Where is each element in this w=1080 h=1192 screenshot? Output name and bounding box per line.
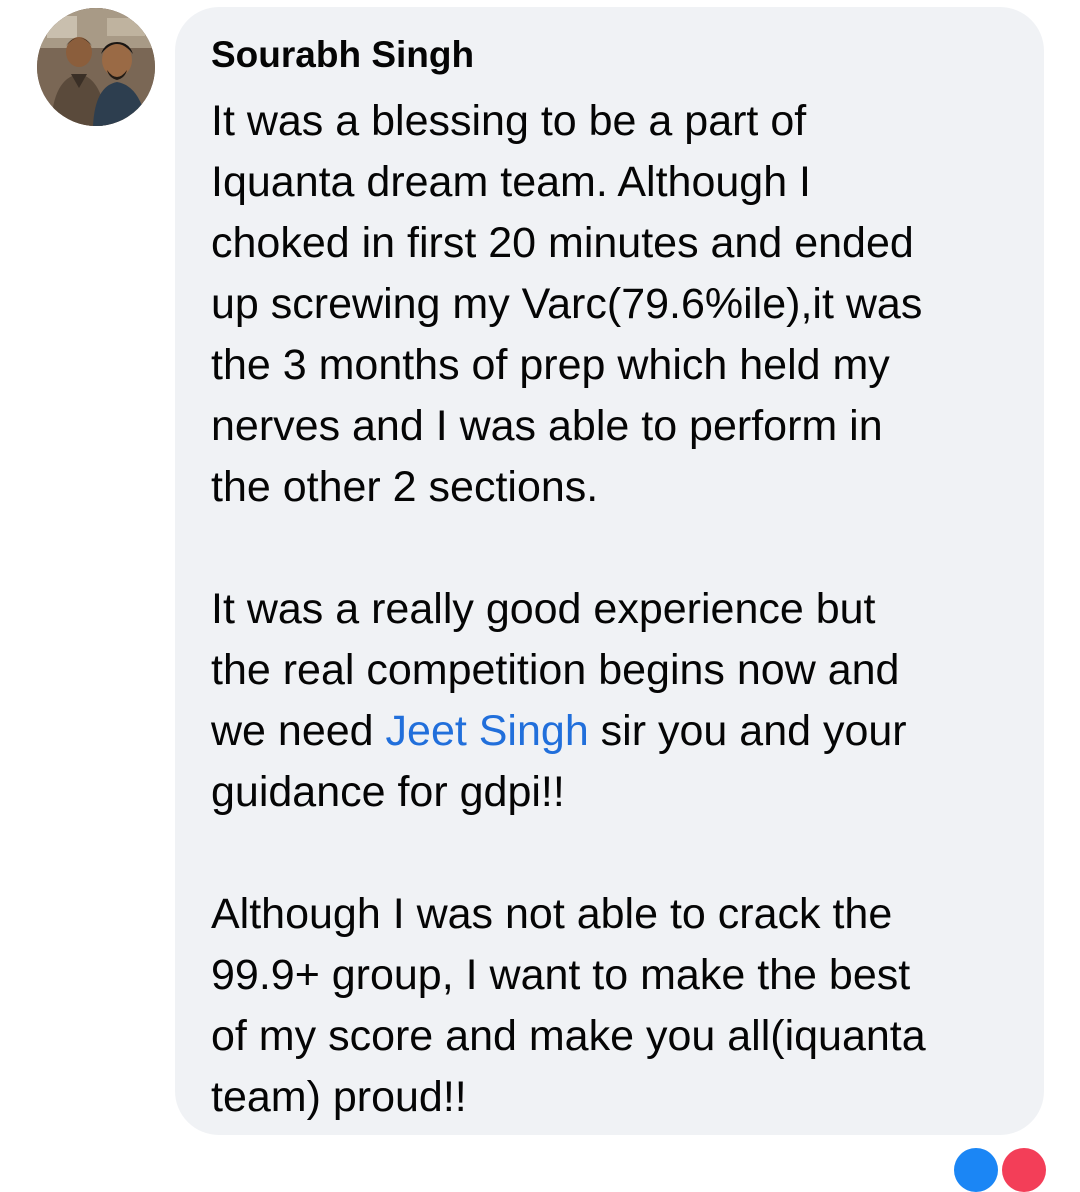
comment-paragraph: It was a really good experience but the … — [211, 579, 1024, 823]
comment-text: Although I was not able to crack the 99.… — [211, 890, 926, 1121]
avatar[interactable] — [37, 8, 155, 126]
love-icon — [1002, 1148, 1046, 1192]
comment: Sourabh Singh It was a blessing to be a … — [0, 0, 1080, 1192]
comment-paragraph: It was a blessing to be a part of Iquant… — [211, 91, 1024, 518]
comment-paragraph: Although I was not able to crack the 99.… — [211, 884, 1024, 1128]
comment-author[interactable]: Sourabh Singh — [211, 33, 1024, 77]
profile-photo-icon — [37, 8, 155, 126]
reaction-summary[interactable] — [948, 1148, 1048, 1192]
comment-bubble: Sourabh Singh It was a blessing to be a … — [175, 7, 1044, 1135]
like-icon — [954, 1148, 998, 1192]
mention-link[interactable]: Jeet Singh — [386, 707, 589, 755]
comment-text: It was a blessing to be a part of Iquant… — [211, 97, 923, 511]
comment-body: It was a blessing to be a part of Iquant… — [211, 91, 1024, 1128]
